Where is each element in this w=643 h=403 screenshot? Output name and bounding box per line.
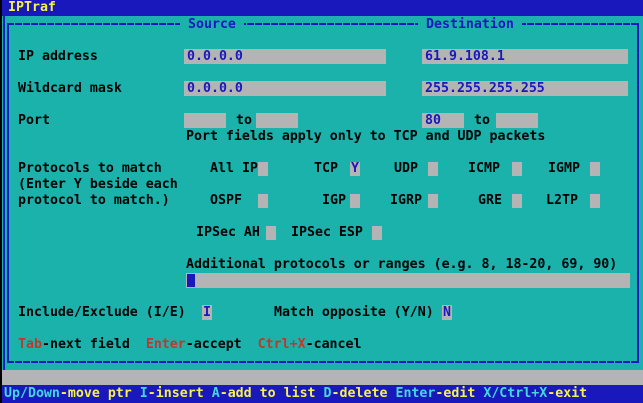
- dialog-key-hints: Tab-next field Enter-accept Ctrl+X-cancel: [18, 337, 378, 353]
- proto-igp-checkbox[interactable]: [350, 194, 360, 208]
- proto-udp-label: UDP: [394, 161, 418, 177]
- window-border-left: [3, 16, 5, 370]
- proto-igmp-checkbox[interactable]: [590, 162, 600, 176]
- source-port-to-input[interactable]: [256, 113, 298, 128]
- include-exclude-input[interactable]: I: [202, 305, 212, 320]
- proto-igrp-checkbox[interactable]: [428, 194, 438, 208]
- ip-address-label: IP address: [18, 49, 98, 65]
- protocols-label-line2: (Enter Y beside each: [18, 177, 178, 193]
- port-note: Port fields apply only to TCP and UDP pa…: [186, 129, 545, 145]
- proto-l2tp-label: L2TP: [546, 193, 578, 209]
- proto-igp-label: IGP: [322, 193, 346, 209]
- destination-mask-input[interactable]: 255.255.255.255: [422, 81, 628, 96]
- proto-gre-checkbox[interactable]: [512, 194, 522, 208]
- proto-allip-label: All IP: [210, 161, 258, 177]
- hint-edit: Enter-edit: [395, 386, 475, 401]
- dialog-border-left: [7, 23, 9, 363]
- source-section-header: Source: [180, 17, 244, 33]
- proto-igrp-label: IGRP: [390, 193, 422, 209]
- status-bar-hints: Up/Down-move ptr I-insert A-add to list D-d…: [4, 385, 595, 403]
- dialog-border-bottom: [7, 361, 639, 363]
- destination-port-to-input[interactable]: [496, 113, 538, 128]
- destination-port-from-input[interactable]: 80: [422, 113, 464, 128]
- hint-enter: Enter-accept: [146, 337, 242, 352]
- source-port-to-label: to: [236, 113, 252, 129]
- proto-ipsec-esp-label: IPSec ESP: [291, 225, 363, 241]
- port-label: Port: [18, 113, 50, 129]
- destination-section-header: Destination: [418, 17, 522, 33]
- proto-l2tp-checkbox[interactable]: [590, 194, 600, 208]
- source-ip-input[interactable]: 0.0.0.0: [184, 49, 386, 64]
- hint-add: A-add to list: [212, 386, 316, 401]
- destination-ip-input[interactable]: 61.9.108.1: [422, 49, 628, 64]
- title-bar: IPTraf: [0, 0, 643, 16]
- proto-icmp-label: ICMP: [468, 161, 500, 177]
- screen-left-edge: [0, 0, 2, 403]
- hint-tab: Tab-next field: [18, 337, 130, 352]
- protocols-label-line1: Protocols to match: [18, 161, 162, 177]
- hint-updown: Up/Down-move ptr: [4, 386, 132, 401]
- proto-icmp-checkbox[interactable]: [512, 162, 522, 176]
- additional-protocols-label: Additional protocols or ranges (e.g. 8, …: [186, 257, 617, 273]
- proto-udp-checkbox[interactable]: [428, 162, 438, 176]
- proto-tcp-label: TCP: [314, 161, 338, 177]
- proto-ipsec-ah-label: IPSec AH: [196, 225, 260, 241]
- match-opposite-input[interactable]: N: [442, 305, 452, 320]
- include-exclude-label: Include/Exclude (I/E): [18, 305, 186, 321]
- hint-exit: X/Ctrl+X-exit: [483, 386, 587, 401]
- additional-protocols-input[interactable]: [186, 273, 630, 288]
- dialog-border-right: [637, 23, 639, 363]
- lower-gray-strip: [0, 370, 643, 385]
- proto-igmp-label: IGMP: [548, 161, 580, 177]
- match-opposite-label: Match opposite (Y/N): [274, 305, 434, 321]
- proto-ipsec-esp-checkbox[interactable]: [372, 226, 382, 240]
- protocols-label-line3: protocol to match.): [18, 193, 170, 209]
- app-title: IPTraf: [8, 0, 56, 16]
- source-mask-input[interactable]: 0.0.0.0: [184, 81, 386, 96]
- wildcard-mask-label: Wildcard mask: [18, 81, 122, 97]
- status-bar: Up/Down-move ptr I-insert A-add to list D-d…: [0, 385, 643, 403]
- source-port-from-input[interactable]: [184, 113, 226, 128]
- proto-ipsec-ah-checkbox[interactable]: [266, 226, 276, 240]
- proto-allip-checkbox[interactable]: [258, 162, 268, 176]
- proto-tcp-checkbox[interactable]: Y: [350, 162, 360, 176]
- dialog-border-top: [7, 23, 639, 25]
- proto-ospf-checkbox[interactable]: [258, 194, 268, 208]
- proto-gre-label: GRE: [478, 193, 502, 209]
- hint-insert: I-insert: [140, 386, 204, 401]
- hint-delete: D-delete: [324, 386, 388, 401]
- hint-ctrlx: Ctrl+X-cancel: [258, 337, 362, 352]
- destination-port-to-label: to: [474, 113, 490, 129]
- text-cursor: [187, 274, 195, 287]
- proto-ospf-label: OSPF: [210, 193, 242, 209]
